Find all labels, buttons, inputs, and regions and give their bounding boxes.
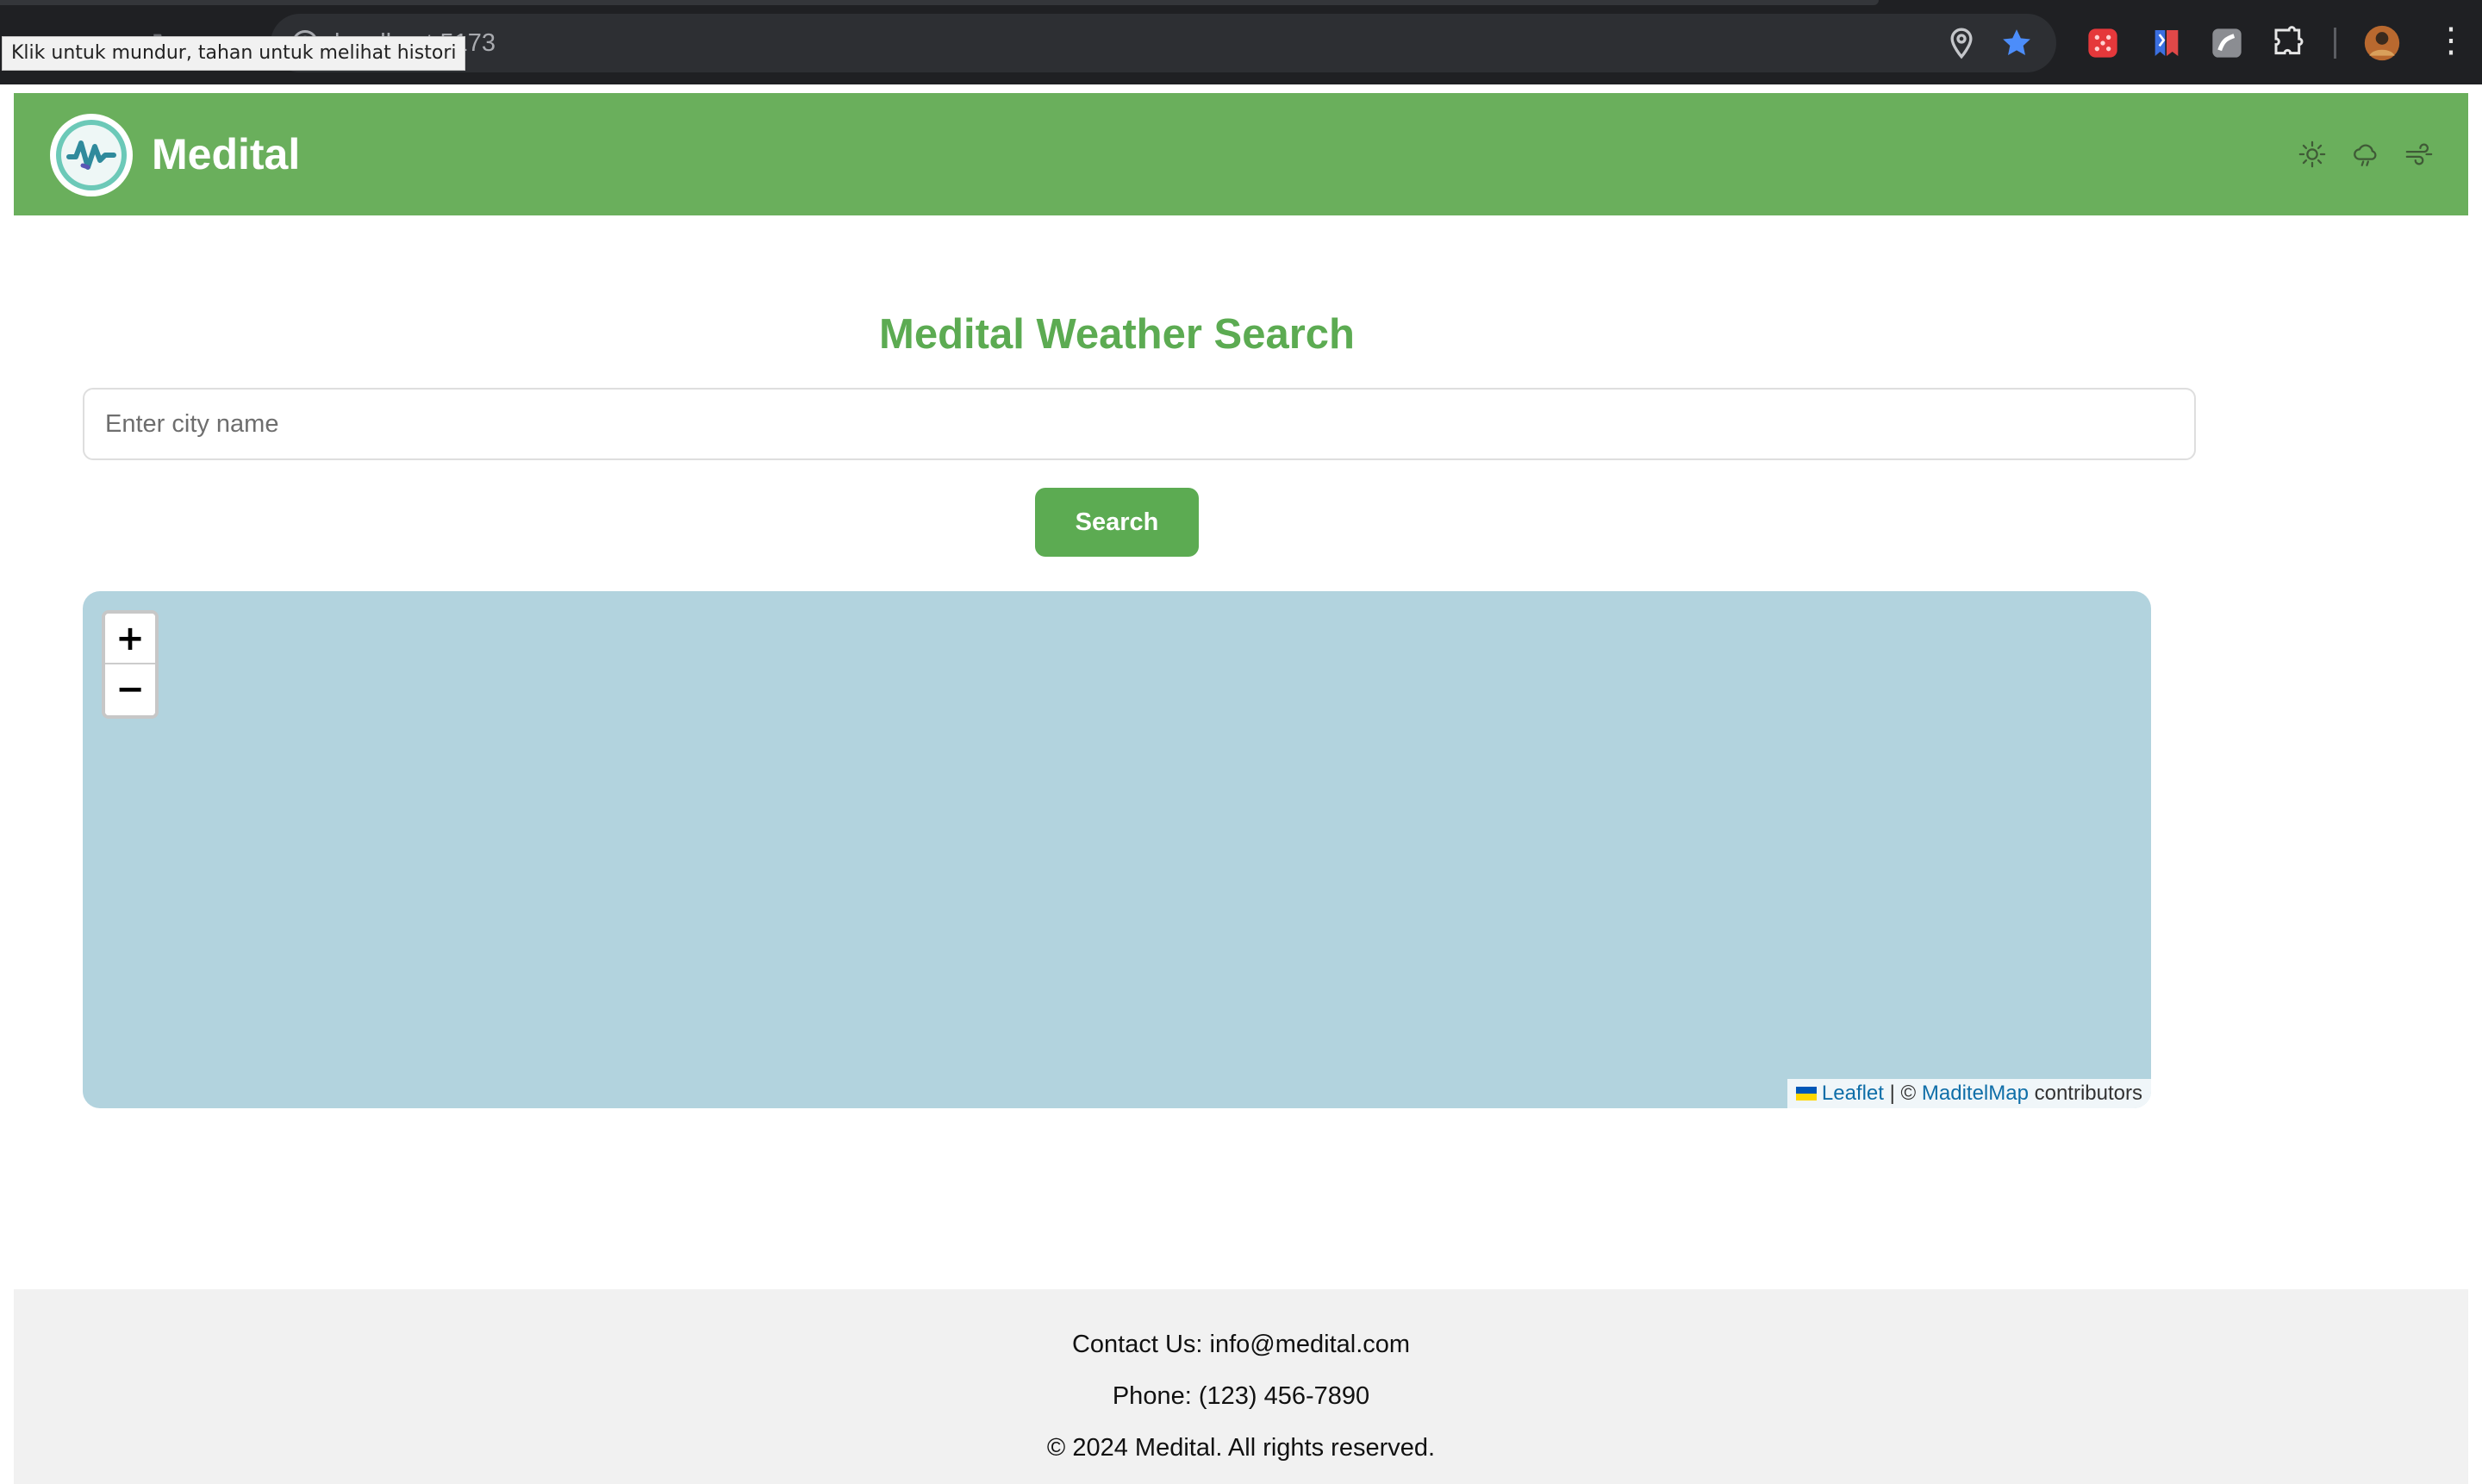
puzzle-extensions-icon[interactable] [2272, 26, 2306, 60]
attribution-separator: | © [1889, 1082, 1917, 1105]
map-provider-link[interactable]: MaditelMap [1922, 1082, 2029, 1105]
search-button[interactable]: Search [1035, 488, 1199, 557]
leaflet-link[interactable]: Leaflet [1822, 1082, 1884, 1105]
red-extension-icon[interactable] [2086, 26, 2120, 60]
address-bar[interactable]: localhost:5173 [271, 14, 2056, 72]
bookmark-flag-extension-icon[interactable] [2149, 26, 2184, 60]
map-attribution: Leaflet | © MaditelMap contributors [1787, 1079, 2151, 1108]
zoom-in-button[interactable]: + [105, 614, 155, 664]
zoom-control: + − [102, 610, 159, 719]
bookmark-star-icon[interactable] [1999, 26, 2034, 60]
toolbar-divider [2334, 28, 2336, 59]
chrome-menu-icon[interactable]: ⋮ [2434, 19, 2468, 62]
zoom-out-button[interactable]: − [105, 664, 155, 715]
tab-strip [0, 0, 1879, 5]
profile-avatar-icon[interactable] [2363, 24, 2401, 62]
location-pin-icon[interactable] [1944, 26, 1979, 60]
map-view[interactable]: + − Leaflet | © MaditelMap contributors [83, 591, 2151, 1108]
brand-name[interactable]: Medital [152, 93, 300, 215]
medital-logo-icon[interactable] [48, 112, 134, 198]
page-title: Medital Weather Search [879, 311, 1355, 358]
back-button-tooltip: Klik untuk mundur, tahan untuk melihat h… [2, 36, 466, 71]
footer-copyright: © 2024 Medital. All rights reserved. [1046, 1434, 1436, 1462]
sun-icon[interactable] [2298, 140, 2327, 169]
attribution-suffix: contributors [2034, 1082, 2142, 1105]
ukraine-flag-icon [1795, 1087, 1817, 1101]
app-header: Medital [14, 93, 2468, 215]
city-search-input[interactable] [83, 388, 2196, 460]
wind-icon[interactable] [2404, 140, 2434, 169]
footer-phone: Phone: (123) 456-7890 [1112, 1382, 1370, 1410]
gray-extension-icon[interactable] [2210, 26, 2244, 60]
cloud-rain-icon[interactable] [2351, 140, 2380, 169]
footer: Contact Us: info@medital.com Phone: (123… [14, 1289, 2468, 1484]
footer-contact: Contact Us: info@medital.com [1071, 1331, 1411, 1358]
